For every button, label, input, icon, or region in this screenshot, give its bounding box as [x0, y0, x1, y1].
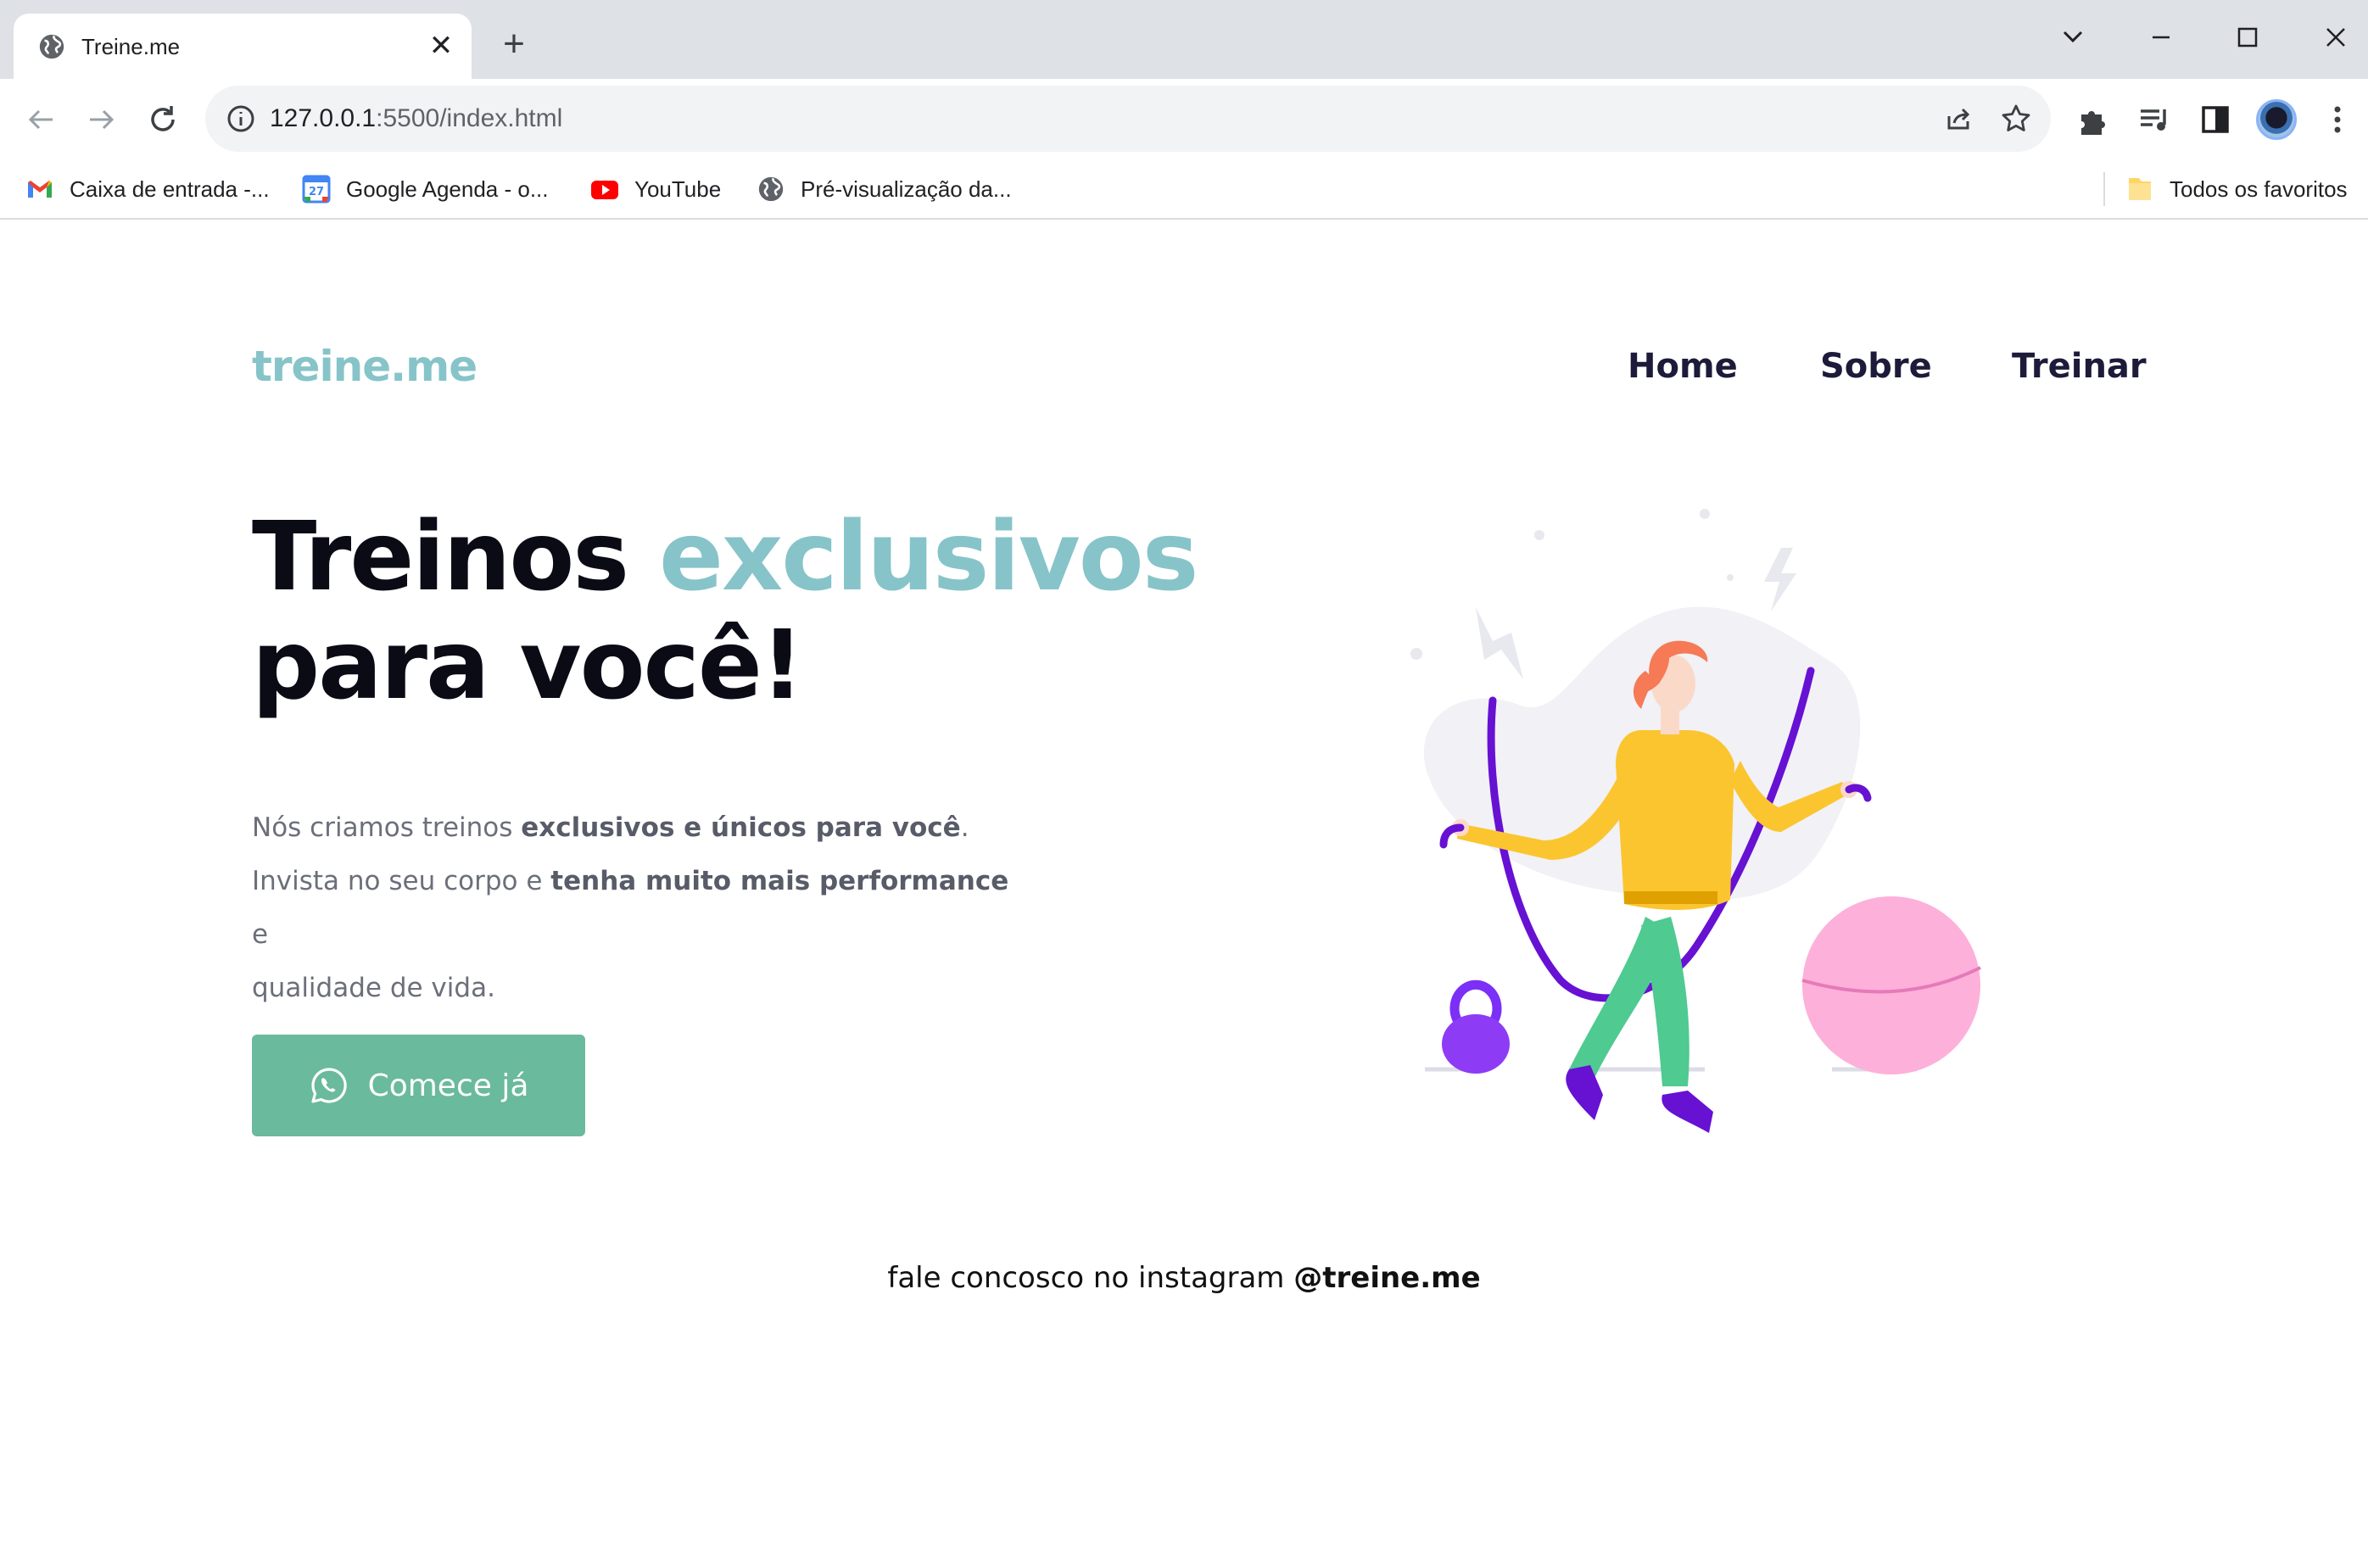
svg-text:27: 27 — [309, 186, 324, 198]
tab-title: Treine.me — [81, 34, 181, 59]
menu-kebab-icon[interactable] — [2317, 99, 2358, 140]
instagram-handle[interactable]: @treine.me — [1293, 1261, 1480, 1295]
headline-accent: exclusivos — [659, 502, 1198, 612]
all-bookmarks-folder[interactable]: Todos os favoritos — [2125, 172, 2348, 206]
back-arrow-icon[interactable] — [20, 99, 61, 140]
browser-toolbar: 127.0.0.1:5500/index.html — [0, 79, 2368, 160]
nav-treinar[interactable]: Treinar — [2012, 347, 2147, 386]
gmail-icon — [28, 181, 52, 198]
bookmark-google-agenda[interactable]: 27 Google Agenda - o... — [302, 172, 549, 206]
forward-arrow-icon[interactable] — [81, 99, 122, 140]
profile-avatar[interactable] — [2256, 99, 2297, 140]
site-logo[interactable]: treine.me — [252, 342, 478, 391]
whatsapp-icon — [310, 1068, 347, 1103]
browser-tab[interactable]: Treine.me ✕ — [14, 14, 472, 79]
url-text: 127.0.0.1:5500/index.html — [270, 104, 563, 132]
window-close-icon[interactable] — [2310, 12, 2361, 63]
bookmarks-separator — [2103, 172, 2105, 206]
bookmark-star-icon[interactable] — [1998, 101, 2034, 137]
site-info-icon[interactable] — [224, 102, 258, 136]
globe-icon — [39, 34, 64, 59]
hero-headline: Treinos exclusivos para você! — [252, 502, 1198, 721]
bookmarks-bar: Caixa de entrada -... 27 Google Agenda -… — [0, 160, 2368, 220]
jump-rope-illustration — [1410, 509, 1981, 1133]
new-tab-button[interactable]: + — [495, 25, 533, 63]
extensions-puzzle-icon[interactable] — [2073, 99, 2114, 140]
web-page: treine.me Home Sobre Treinar Treinos exc… — [0, 221, 2368, 1568]
youtube-icon — [591, 181, 618, 199]
media-queue-icon[interactable] — [2134, 99, 2175, 140]
comece-ja-button[interactable]: Comece já — [252, 1035, 585, 1136]
side-panel-icon[interactable] — [2195, 99, 2236, 140]
nav-sobre[interactable]: Sobre — [1820, 347, 1932, 386]
close-tab-icon[interactable]: ✕ — [426, 31, 456, 61]
maximize-icon[interactable] — [2222, 12, 2273, 63]
nav-home[interactable]: Home — [1628, 347, 1738, 386]
folder-icon — [2129, 178, 2151, 200]
share-icon[interactable] — [1941, 101, 1976, 137]
bookmark-gmail[interactable]: Caixa de entrada -... — [25, 172, 270, 206]
browser-tab-strip: Treine.me ✕ + — [0, 0, 2368, 79]
tab-search-chevron-icon[interactable] — [2047, 12, 2098, 63]
minimize-icon[interactable] — [2136, 12, 2186, 63]
calendar-icon: 27 — [302, 175, 331, 204]
reload-icon[interactable] — [142, 99, 183, 140]
globe-icon — [758, 176, 784, 202]
footer-instagram: fale concosco no instagram @treine.me — [887, 1261, 1481, 1295]
bookmark-preview[interactable]: Pré-visualização da... — [757, 172, 1012, 206]
hero-description: Nós criamos treinos exclusivos e únicos … — [252, 812, 1009, 1003]
bookmark-youtube[interactable]: YouTube — [590, 172, 721, 206]
address-bar[interactable]: 127.0.0.1:5500/index.html — [205, 86, 2051, 152]
